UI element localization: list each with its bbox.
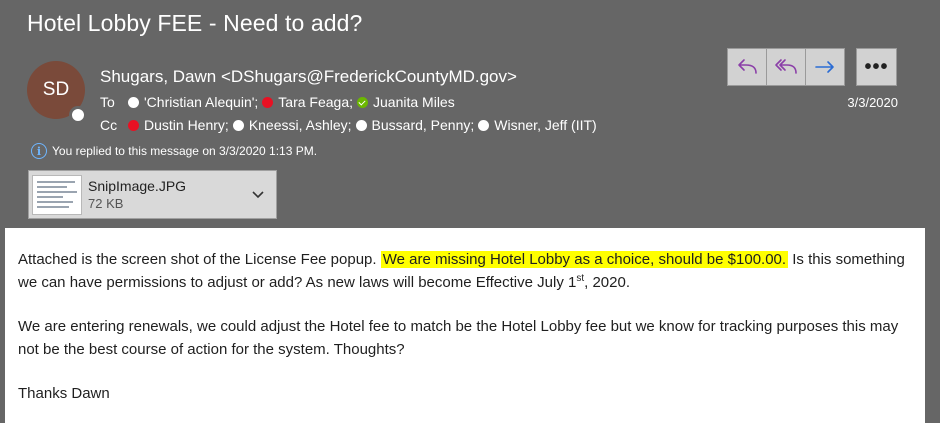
recipient-name: Dustin Henry; <box>144 117 229 133</box>
message-body[interactable]: Attached is the screen shot of the Licen… <box>5 228 925 423</box>
email-subject: Hotel Lobby FEE - Need to add? <box>27 10 363 36</box>
reply-info-bar[interactable]: i You replied to this message on 3/3/202… <box>31 143 317 159</box>
sent-date: 3/3/2020 <box>847 95 898 110</box>
body-text: Attached is the screen shot of the Licen… <box>18 251 377 268</box>
recipient[interactable]: Bussard, Penny; <box>355 117 475 133</box>
reply-info-text: You replied to this message on 3/3/2020 … <box>52 144 318 158</box>
reply-all-button[interactable] <box>766 48 806 86</box>
cc-recipients-row: Cc Dustin Henry; Kneessi, Ashley; Bussar… <box>100 117 601 133</box>
forward-button[interactable] <box>805 48 845 86</box>
recipient-name: Bussard, Penny; <box>371 117 475 133</box>
recipient-name: Juanita Miles <box>373 94 455 110</box>
body-paragraph: Attached is the screen shot of the Licen… <box>18 248 912 294</box>
attachment-card[interactable]: SnipImage.JPG 72 KB <box>28 170 277 219</box>
chevron-down-icon[interactable] <box>249 186 267 204</box>
attachment-name: SnipImage.JPG <box>88 178 187 194</box>
body-paragraph: We are entering renewals, we could adjus… <box>18 318 899 358</box>
recipient[interactable]: Tara Feaga; <box>262 94 353 110</box>
recipient[interactable]: 'Christian Alequin'; <box>128 94 258 110</box>
superscript: st <box>576 273 585 284</box>
recipient[interactable]: Kneessi, Ashley; <box>232 117 352 133</box>
message-actions <box>727 48 845 86</box>
sender-presence-icon <box>69 106 87 124</box>
recipient-name: Wisner, Jeff (IIT) <box>494 117 597 133</box>
presence-busy-icon <box>262 96 274 108</box>
recipient-name: 'Christian Alequin'; <box>144 94 259 110</box>
info-icon: i <box>31 143 47 159</box>
body-text: , 2020. <box>584 274 630 291</box>
reply-icon <box>738 59 757 74</box>
attachment-size: 72 KB <box>88 196 124 211</box>
recipient[interactable]: Wisner, Jeff (IIT) <box>478 117 597 133</box>
more-actions-button[interactable]: ••• <box>856 48 897 86</box>
recipient-name: Tara Feaga; <box>278 94 354 110</box>
reply-button[interactable] <box>727 48 767 86</box>
attachment-thumbnail <box>32 174 82 215</box>
to-recipients-row: To 'Christian Alequin'; Tara Feaga; Juan… <box>100 94 459 110</box>
recipient[interactable]: Juanita Miles <box>357 94 455 110</box>
cc-label: Cc <box>100 117 118 133</box>
presence-icon <box>232 119 244 131</box>
highlighted-text: We are missing Hotel Lobby as a choice, … <box>380 251 789 268</box>
signature: Thanks Dawn <box>18 385 110 402</box>
reply-all-icon <box>775 59 797 74</box>
to-label: To <box>100 94 115 110</box>
sender-name[interactable]: Shugars, Dawn <DShugars@FrederickCountyM… <box>100 67 517 87</box>
presence-icon <box>128 96 139 108</box>
presence-busy-icon <box>128 119 139 131</box>
presence-available-icon <box>357 96 369 108</box>
presence-icon <box>355 119 367 131</box>
presence-icon <box>478 119 490 131</box>
recipient-name: Kneessi, Ashley; <box>248 117 352 133</box>
forward-icon <box>815 61 834 73</box>
avatar-initials: SD <box>42 79 70 100</box>
recipient[interactable]: Dustin Henry; <box>128 117 229 133</box>
